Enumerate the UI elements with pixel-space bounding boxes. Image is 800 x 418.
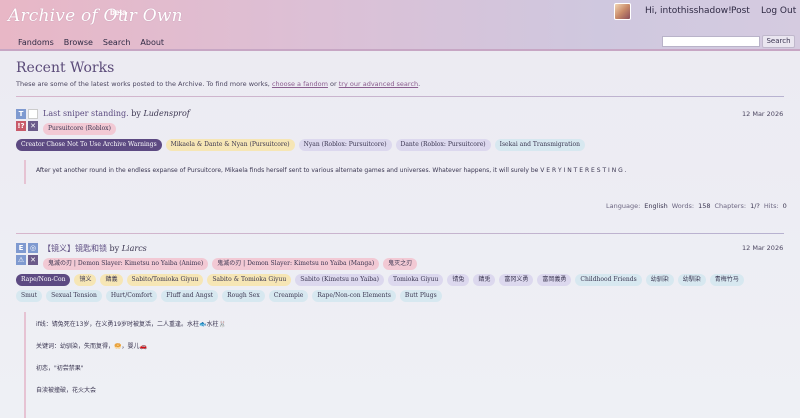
freeform-tag[interactable]: 青梅竹马 [709,274,744,286]
intro-end: . [418,80,421,88]
divider [16,233,784,234]
work-title-link[interactable]: Last sniper standing. [43,109,129,118]
beta-label: beta [110,8,127,17]
freeform-tag[interactable]: Fluff and Angst [161,290,219,302]
words-label: Words: [671,202,695,210]
choose-fandom-link[interactable]: choose a fandom [272,80,328,88]
advanced-search-link[interactable]: try our advanced search [339,80,418,88]
work-heading: 【镜义】镜匙和锁 by Liarcs [43,243,147,254]
language-label: Language: [606,202,641,210]
author-link[interactable]: Ludensprof [143,109,189,118]
character-tag[interactable]: Dante (Roblox: Pursuitcore) [395,139,491,151]
nav-browse[interactable]: Browse [64,38,93,47]
work-stats: Language: English Words: 158 Chapters: 1… [606,202,787,210]
character-tag[interactable]: 錆兎 [473,274,496,286]
freeform-tag[interactable]: 幼驯染 [645,274,674,286]
freeform-tag[interactable]: Hurt/Comfort [105,290,158,302]
warning-icon[interactable]: ⚠ [16,255,26,265]
language-value: English [644,202,668,210]
fandom-tags: Pursuitcore (Roblox) [43,123,116,135]
user-avatar-icon[interactable] [614,3,631,20]
author-link[interactable]: Liarcs [122,244,147,253]
site-logo[interactable]: Archive of Our Own [8,6,183,26]
status-icon[interactable]: ✕ [28,121,38,131]
character-tag[interactable]: 富岡義勇 [537,274,572,286]
post-link[interactable]: Post [731,6,750,16]
work-summary: if线：锖兔死在13岁，在义勇19岁时被复活，二人重逢。水柱🐟水柱🐰 关键词：幼… [24,312,764,418]
freeform-tag[interactable]: Creampie [268,290,309,302]
chapters-label: Chapters: [714,202,747,210]
summary-line: 初恋，"初尝禁果" [36,365,84,372]
relationship-tag[interactable]: 镜义 [74,274,97,286]
relationship-tag[interactable]: Sabito/Tomioka Giyuu [126,274,204,286]
relationship-tag[interactable]: Sabito & Tomioka Giyuu [207,274,292,286]
hits-value: 0 [782,202,787,210]
character-tag[interactable]: 锖兔 [447,274,470,286]
fandom-tag[interactable]: 鬼滅の刃 | Demon Slayer: Kimetsu no Yaiba (A… [43,258,209,270]
intro-text: These are some of the latest works poste… [16,80,270,88]
tag-list-continued: Smut Sexual Tension Hurt/Comfort Fluff a… [16,290,442,302]
freeform-tag[interactable]: Childhood Friends [575,274,642,286]
fandom-tags: 鬼滅の刃 | Demon Slayer: Kimetsu no Yaiba (A… [43,258,418,270]
warning-tag[interactable]: Creator Chose Not To Use Archive Warning… [16,139,162,151]
rating-icon[interactable]: E [16,243,26,253]
relationship-tag[interactable]: Mikaela & Dante & Nyan (Pursuitcore) [165,139,295,151]
page-intro: These are some of the latest works poste… [16,80,420,88]
by-label: by [131,109,141,118]
warning-tag[interactable]: Rape/Non-Con [16,274,71,286]
warning-icon[interactable]: !? [16,121,26,131]
site-header: Archive of Our Own beta Hi, intothisshad… [0,0,800,51]
relationship-tag[interactable]: 錆義 [100,274,123,286]
freeform-tag[interactable]: Butt Plugs [399,290,442,302]
nav-fandoms[interactable]: Fandoms [18,38,54,47]
work-heading: Last sniper standing. by Ludensprof [43,109,190,118]
primary-nav: Fandoms Browse Search About [18,38,164,47]
character-tag[interactable]: Sabito (Kimetsu no Yaiba) [295,274,385,286]
summary-line: 关键词：幼驯染，失而复得，🥯，婴儿🚗 [36,343,147,350]
nav-about[interactable]: About [140,38,164,47]
rating-icon[interactable]: T [16,109,26,119]
hits-label: Hits: [763,202,779,210]
fandom-tag[interactable]: 鬼灭之刃 [383,258,418,270]
divider [16,96,784,97]
fandom-tag[interactable]: Pursuitcore (Roblox) [43,123,116,135]
work-date: 12 Mar 2026 [742,110,784,118]
category-icon[interactable] [28,109,38,119]
freeform-tag[interactable]: Sexual Tension [46,290,102,302]
chapters-value: 1/? [750,202,760,210]
freeform-tag[interactable]: 幼馴染 [677,274,706,286]
freeform-tag[interactable]: Rough Sex [222,290,265,302]
work-title-link[interactable]: 【镜义】镜匙和锁 [43,244,107,253]
nav-search[interactable]: Search [103,38,130,47]
freeform-tag[interactable]: Rape/Non-con Elements [312,290,396,302]
summary-line: 自渎被撞破，花火大会 [36,387,97,394]
logout-link[interactable]: Log Out [761,6,796,16]
user-greeting-link[interactable]: Hi, intothisshadow! [645,6,732,16]
search-button[interactable]: Search [762,35,795,48]
status-icon[interactable]: ✕ [28,255,38,265]
by-label: by [109,244,120,253]
freeform-tag[interactable]: Smut [16,290,43,302]
character-tag[interactable]: 富冈义勇 [499,274,534,286]
freeform-tag[interactable]: Isekai and Transmigration [494,139,585,151]
search-input[interactable] [662,36,760,47]
character-tag[interactable]: Nyan (Roblox: Pursuitcore) [298,139,392,151]
intro-or: or [330,80,337,88]
tag-list: Rape/Non-Con 镜义 錆義 Sabito/Tomioka Giyuu … [16,274,744,286]
work-date: 12 Mar 2026 [742,244,784,252]
category-icon[interactable]: ◎ [28,243,38,253]
character-tag[interactable]: Tomioka Giyuu [388,274,444,286]
page-title: Recent Works [16,60,115,76]
words-value: 158 [698,202,711,210]
tag-list: Creator Chose Not To Use Archive Warning… [16,139,585,151]
work-summary: After yet another round in the endless e… [24,160,764,184]
fandom-tag[interactable]: 鬼滅の刃 | Demon Slayer: Kimetsu no Yaiba (M… [212,258,380,270]
summary-line: if线：锖兔死在13岁，在义勇19岁时被复活，二人重逢。水柱🐟水柱🐰 [36,321,226,328]
